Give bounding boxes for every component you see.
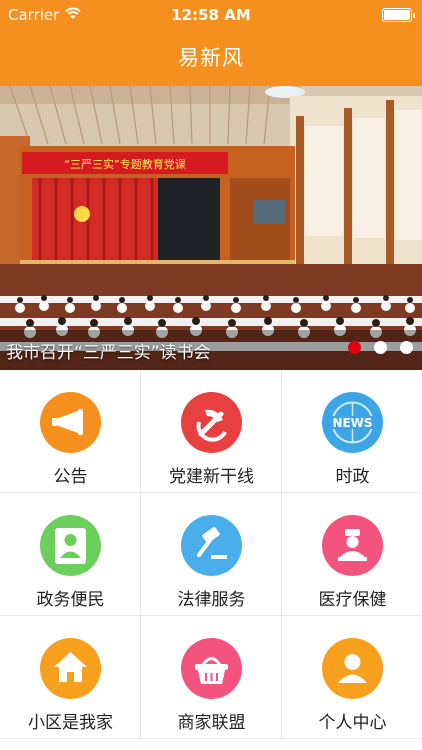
grid-item-party-building[interactable]: 党建新干线 xyxy=(141,370,282,493)
user-icon xyxy=(338,654,367,683)
grid-item-label: 商家联盟 xyxy=(177,713,246,733)
grid-item-legal-services[interactable]: 法律服务 xyxy=(141,493,282,616)
grid-item-personal-center[interactable]: 个人中心 xyxy=(282,616,422,739)
nurse-icon xyxy=(338,529,367,561)
grid-item-healthcare[interactable]: 医疗保健 xyxy=(282,493,422,616)
banner-carousel[interactable]: “三严三实”专题教育党课 我市召开“三严三实”读书会 xyxy=(0,86,422,370)
grid-item-community[interactable]: 小区是我家 xyxy=(0,616,141,739)
hall-banner-text: “三严三实”专题教育党课 xyxy=(64,157,185,171)
carousel-dots xyxy=(348,341,414,355)
grid-item-label: 法律服务 xyxy=(177,590,246,610)
home-icon xyxy=(54,652,87,682)
grid-item-label: 小区是我家 xyxy=(28,713,113,733)
carousel-dot-active[interactable] xyxy=(348,341,361,354)
official-person-icon xyxy=(55,528,86,564)
status-time: 12:58 AM xyxy=(171,6,251,24)
grid-item-label: 时政 xyxy=(335,467,370,487)
feature-grid: 公告 党建新干线 NEWS 时政 政务便民 法律服务 医疗保健 小区是我家 商家… xyxy=(0,370,422,750)
grid-item-label: 个人中心 xyxy=(318,713,387,733)
grid-item-label: 政务便民 xyxy=(36,590,105,610)
banner-image: “三严三实”专题教育党课 xyxy=(0,86,422,370)
battery-level-fill xyxy=(384,10,410,20)
grid-item-label: 医疗保健 xyxy=(318,590,387,610)
shopping-basket-icon xyxy=(195,657,228,684)
megaphone-icon xyxy=(52,409,83,435)
grid-item-politics-news[interactable]: NEWS 时政 xyxy=(282,370,422,493)
top-bar: Carrier 12:58 AM 易新风 xyxy=(0,0,422,86)
banner-caption[interactable]: 我市召开“三严三实”读书会 xyxy=(6,338,211,363)
status-bar: Carrier 12:58 AM xyxy=(0,0,422,30)
grid-item-government-services[interactable]: 政务便民 xyxy=(0,493,141,616)
grid-item-announcement[interactable]: 公告 xyxy=(0,370,141,493)
news-icon: NEWS xyxy=(330,401,375,444)
grid-item-merchant-alliance[interactable]: 商家联盟 xyxy=(141,616,282,739)
battery-icon xyxy=(382,8,415,22)
nav-title: 易新风 xyxy=(178,46,244,70)
carousel-dot[interactable] xyxy=(374,341,387,354)
grid-item-label: 公告 xyxy=(53,467,88,487)
carousel-dot[interactable] xyxy=(400,341,413,354)
party-emblem-icon xyxy=(196,409,227,442)
gavel-icon xyxy=(197,527,227,559)
svg-text:NEWS: NEWS xyxy=(332,416,372,430)
grid-item-label: 党建新干线 xyxy=(169,467,254,487)
